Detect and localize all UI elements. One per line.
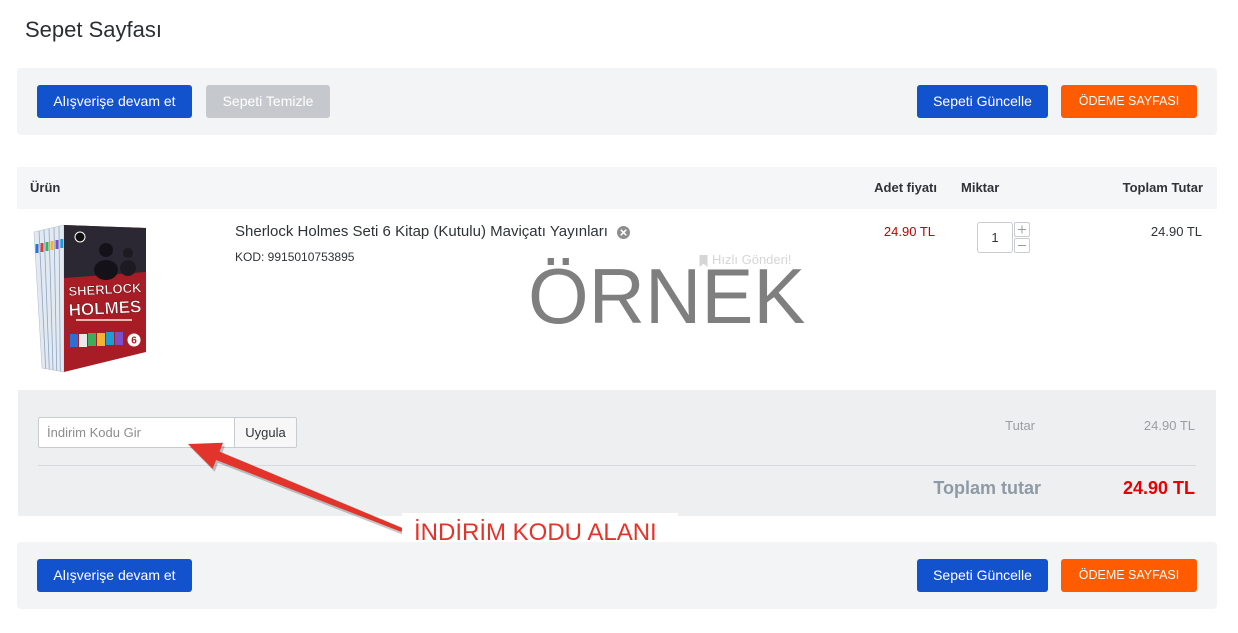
product-code: KOD: 9915010753895	[235, 250, 355, 264]
quantity-increment-button[interactable]	[1014, 222, 1030, 237]
discount-code-input[interactable]	[38, 417, 235, 448]
update-cart-button[interactable]: Sepeti Güncelle	[917, 85, 1048, 118]
continue-shopping-button-bottom[interactable]: Alışverişe devam et	[37, 559, 192, 592]
quantity-decrement-button[interactable]	[1014, 238, 1030, 253]
cart-table-header: Ürün Adet fiyatı Miktar Toplam Tutar	[17, 167, 1217, 209]
close-circle-icon[interactable]	[616, 225, 630, 239]
header-unit-price: Adet fiyatı	[874, 180, 937, 195]
subtotal-label: Tutar	[1005, 418, 1035, 433]
unit-price: 24.90 TL	[883, 224, 935, 239]
clear-cart-button[interactable]: Sepeti Temizle	[206, 85, 330, 118]
quantity-input[interactable]	[977, 222, 1013, 253]
page-title: Sepet Sayfası	[25, 17, 162, 42]
cover-set-count: 6	[131, 336, 137, 347]
grand-total-value: 24.90 TL	[1122, 478, 1195, 498]
summary-divider	[38, 465, 1196, 466]
checkout-button-bottom[interactable]: ÖDEME SAYFASI	[1061, 559, 1197, 592]
cart-summary: Uygula Tutar 24.90 TL Toplam tutar 24.90…	[18, 390, 1216, 516]
continue-shopping-button[interactable]: Alışverişe devam et	[37, 85, 192, 118]
minus-icon	[1018, 245, 1026, 246]
grand-total-label: Toplam tutar	[933, 478, 1041, 498]
product-image[interactable]: SHERLOCK HOLMES 6	[30, 222, 150, 374]
subtotal-value: 24.90 TL	[1143, 418, 1195, 433]
line-total: 24.90 TL	[1150, 224, 1202, 239]
cover-title-line2: HOLMES	[68, 297, 142, 320]
checkout-button[interactable]: ÖDEME SAYFASI	[1061, 85, 1197, 118]
product-name-line: Sherlock Holmes Seti 6 Kitap (Kutulu) Ma…	[235, 222, 630, 242]
header-total: Toplam Tutar	[1122, 180, 1203, 195]
header-quantity: Miktar	[961, 180, 1000, 195]
bookmark-icon	[699, 254, 708, 267]
cart-toolbar-top: Alışverişe devam et Sepeti Temizle Sepet…	[17, 68, 1217, 135]
header-product: Ürün	[30, 180, 61, 195]
cart-toolbar-bottom: Alışverişe devam et Sepeti Güncelle ÖDEM…	[17, 542, 1217, 609]
fast-shipping-label: Hızlı Gönderi!	[712, 252, 792, 267]
apply-discount-button[interactable]: Uygula	[234, 417, 297, 448]
fast-shipping-badge: Hızlı Gönderi!	[699, 253, 791, 267]
cart-item-row: SHERLOCK HOLMES 6 Sherlock Holmes Seti 6…	[17, 209, 1217, 390]
update-cart-button-bottom[interactable]: Sepeti Güncelle	[917, 559, 1048, 592]
plus-icon	[1018, 225, 1026, 234]
product-name-link[interactable]: Sherlock Holmes Seti 6 Kitap (Kutulu) Ma…	[235, 222, 608, 242]
